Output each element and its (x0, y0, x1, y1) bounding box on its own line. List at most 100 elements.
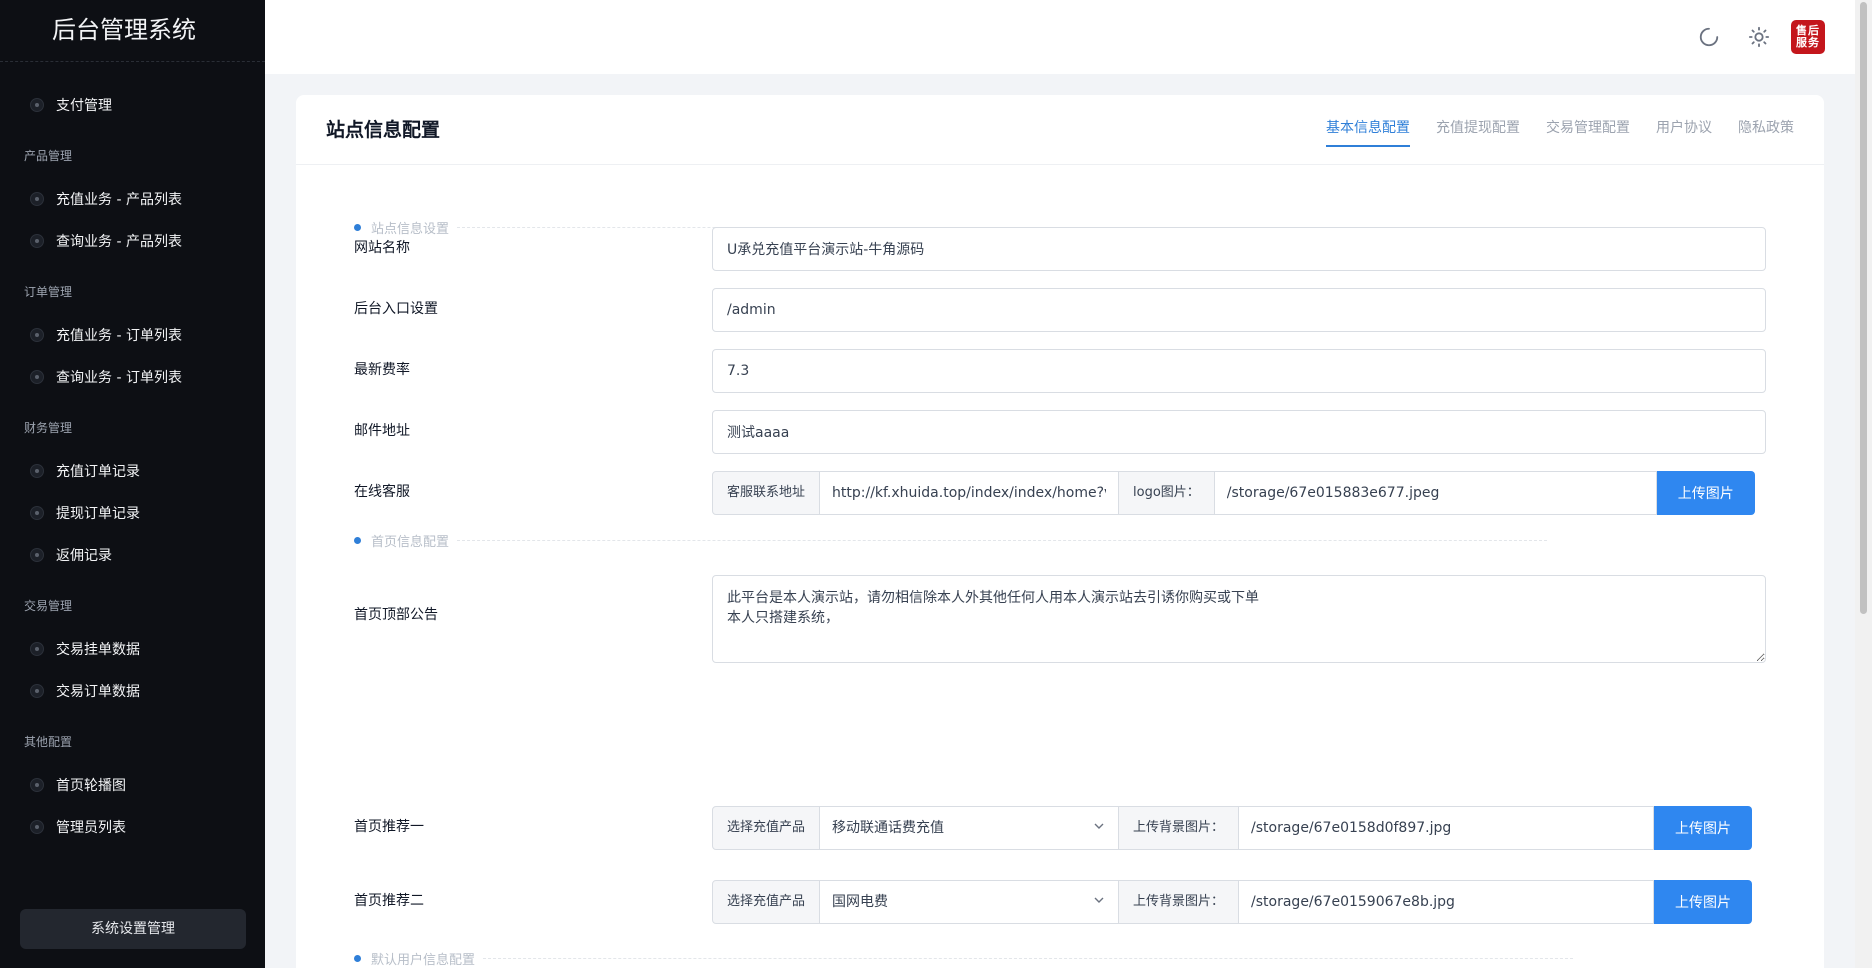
tab-privacy-policy[interactable]: 隐私政策 (1738, 117, 1794, 147)
rate-input[interactable] (712, 349, 1766, 393)
chevron-down-icon (1094, 897, 1104, 903)
circle-dot-icon (30, 506, 44, 520)
site-name-label: 网站名称 (354, 240, 410, 256)
sidebar-item-recharge-orders[interactable]: 充值业务 - 订单列表 (0, 314, 265, 356)
bg-image-addon: 上传背景图片： (1119, 806, 1240, 850)
circle-dot-icon (30, 98, 44, 112)
site-name-input[interactable] (712, 227, 1766, 271)
brand-title: 后台管理系统 (0, 0, 265, 62)
notice-label: 首页顶部公告 (354, 607, 438, 623)
sidebar-item-payment[interactable]: 支付管理 (0, 84, 265, 126)
select-value: 国网电费 (832, 894, 889, 910)
circle-dot-icon (30, 778, 44, 792)
recommend-one-label: 首页推荐一 (354, 819, 424, 835)
circle-dot-icon (30, 820, 44, 834)
upload-logo-button[interactable]: 上传图片 (1656, 471, 1755, 515)
sidebar-group-title: 产品管理 (24, 149, 73, 163)
sidebar-item-label: 交易挂单数据 (56, 642, 140, 658)
after-sales-service-badge[interactable]: 售后服务 (1791, 20, 1825, 54)
sidebar-item-query-orders[interactable]: 查询业务 - 订单列表 (0, 356, 265, 398)
site-config-card: 站点信息配置 基本信息配置 充值提现配置 交易管理配置 用户协议 隐私政策 站点… (296, 95, 1824, 968)
card-header: 站点信息配置 基本信息配置 充值提现配置 交易管理配置 用户协议 隐私政策 (296, 95, 1824, 165)
sidebar-item-query-products[interactable]: 查询业务 - 产品列表 (0, 220, 265, 262)
product-select[interactable]: 移动联通话费充值 (820, 806, 1120, 850)
sun-icon[interactable] (1748, 26, 1770, 48)
section-dot-icon (354, 536, 361, 544)
config-tabs: 基本信息配置 充值提现配置 交易管理配置 用户协议 隐私政策 (1300, 117, 1794, 147)
sidebar-item-label: 查询业务 - 订单列表 (56, 370, 182, 386)
upload-bg-button[interactable]: 上传图片 (1654, 806, 1753, 850)
logo-addon: logo图片： (1119, 471, 1215, 515)
online-service-label: 在线客服 (354, 484, 410, 500)
product-addon: 选择充值产品 (712, 806, 821, 850)
sidebar-item-admin-list[interactable]: 管理员列表 (0, 806, 265, 848)
circle-dot-icon (30, 642, 44, 656)
bg-image-input[interactable] (1239, 880, 1655, 924)
section-dot-icon (354, 223, 361, 231)
tab-basic-info[interactable]: 基本信息配置 (1326, 117, 1410, 147)
tab-recharge-withdraw[interactable]: 充值提现配置 (1436, 117, 1520, 147)
circle-dot-icon (30, 192, 44, 206)
tab-user-agreement[interactable]: 用户协议 (1656, 117, 1712, 147)
bg-image-addon: 上传背景图片： (1119, 880, 1240, 924)
sidebar-item-label: 支付管理 (56, 98, 112, 114)
recommend-two-label: 首页推荐二 (354, 893, 424, 909)
circle-dot-icon (30, 464, 44, 478)
sidebar-item-commission-records[interactable]: 返佣记录 (0, 534, 265, 576)
product-select[interactable]: 国网电费 (820, 880, 1120, 924)
sidebar-item-label: 提现订单记录 (56, 506, 140, 522)
email-input[interactable] (712, 410, 1766, 454)
sidebar-group-title: 财务管理 (24, 421, 73, 435)
sidebar-group-title: 其他配置 (24, 735, 73, 749)
sidebar-item-label: 充值业务 - 订单列表 (56, 328, 182, 344)
contact-url-input[interactable] (820, 471, 1120, 515)
section-dot-icon (354, 954, 361, 962)
circle-dot-icon (30, 684, 44, 698)
sidebar-item-label: 交易订单数据 (56, 684, 140, 700)
scrollbar-thumb[interactable] (1860, 2, 1867, 614)
section-home-info: 首页信息配置 (354, 530, 1548, 550)
sidebar-item-home-carousel[interactable]: 首页轮播图 (0, 764, 265, 806)
sidebar-item-label: 查询业务 - 产品列表 (56, 234, 182, 250)
sidebar-item-trade-listings[interactable]: 交易挂单数据 (0, 628, 265, 670)
bg-image-input[interactable] (1239, 806, 1655, 850)
recommend-one-group: 选择充值产品 移动联通话费充值 上传背景图片： 上传图片 (712, 806, 1766, 850)
recommend-two-group: 选择充值产品 国网电费 上传背景图片： 上传图片 (712, 880, 1766, 924)
notice-textarea[interactable]: 此平台是本人演示站，请勿相信除本人外其他任何人用本人演示站去引诱你购买或下单 本… (712, 575, 1766, 663)
select-value: 移动联通话费充值 (832, 820, 945, 836)
page-scrollbar[interactable] (1855, 0, 1872, 968)
section-title: 站点信息设置 (371, 221, 450, 237)
section-title: 默认用户信息配置 (371, 952, 476, 968)
refresh-icon[interactable] (1698, 26, 1720, 48)
divider (457, 539, 1548, 541)
rate-label: 最新费率 (354, 362, 410, 378)
admin-entry-input[interactable] (712, 288, 1766, 332)
email-label: 邮件地址 (354, 423, 410, 439)
sidebar-item-label: 充值订单记录 (56, 464, 140, 480)
sidebar-item-recharge-products[interactable]: 充值业务 - 产品列表 (0, 178, 265, 220)
admin-entry-label: 后台入口设置 (354, 301, 438, 317)
circle-dot-icon (30, 548, 44, 562)
sidebar-item-withdraw-records[interactable]: 提现订单记录 (0, 492, 265, 534)
chevron-down-icon (1094, 823, 1104, 829)
sidebar-item-label: 首页轮播图 (56, 778, 126, 794)
sidebar-item-recharge-records[interactable]: 充值订单记录 (0, 450, 265, 492)
circle-dot-icon (30, 328, 44, 342)
section-title: 首页信息配置 (371, 534, 450, 550)
sidebar-group-title: 交易管理 (24, 599, 73, 613)
top-header: 售后服务 (265, 0, 1855, 74)
logo-path-input[interactable] (1214, 471, 1657, 515)
divider (483, 957, 1574, 959)
section-default-user: 默认用户信息配置 (354, 948, 1574, 968)
system-settings-button[interactable]: 系统设置管理 (20, 909, 246, 949)
upload-bg-button[interactable]: 上传图片 (1654, 880, 1753, 924)
page-title: 站点信息配置 (326, 119, 441, 141)
tab-trade-management[interactable]: 交易管理配置 (1546, 117, 1630, 147)
circle-dot-icon (30, 370, 44, 384)
contact-addon: 客服联系地址 (712, 471, 821, 515)
online-service-group: 客服联系地址 logo图片： 上传图片 (712, 471, 1766, 515)
sidebar-nav: 支付管理 产品管理 充值业务 - 产品列表 查询业务 - 产品列表 订单管理 充… (0, 62, 265, 848)
sidebar-item-trade-orders[interactable]: 交易订单数据 (0, 670, 265, 712)
sidebar-item-label: 管理员列表 (56, 820, 126, 836)
sidebar-group-title: 订单管理 (24, 285, 73, 299)
